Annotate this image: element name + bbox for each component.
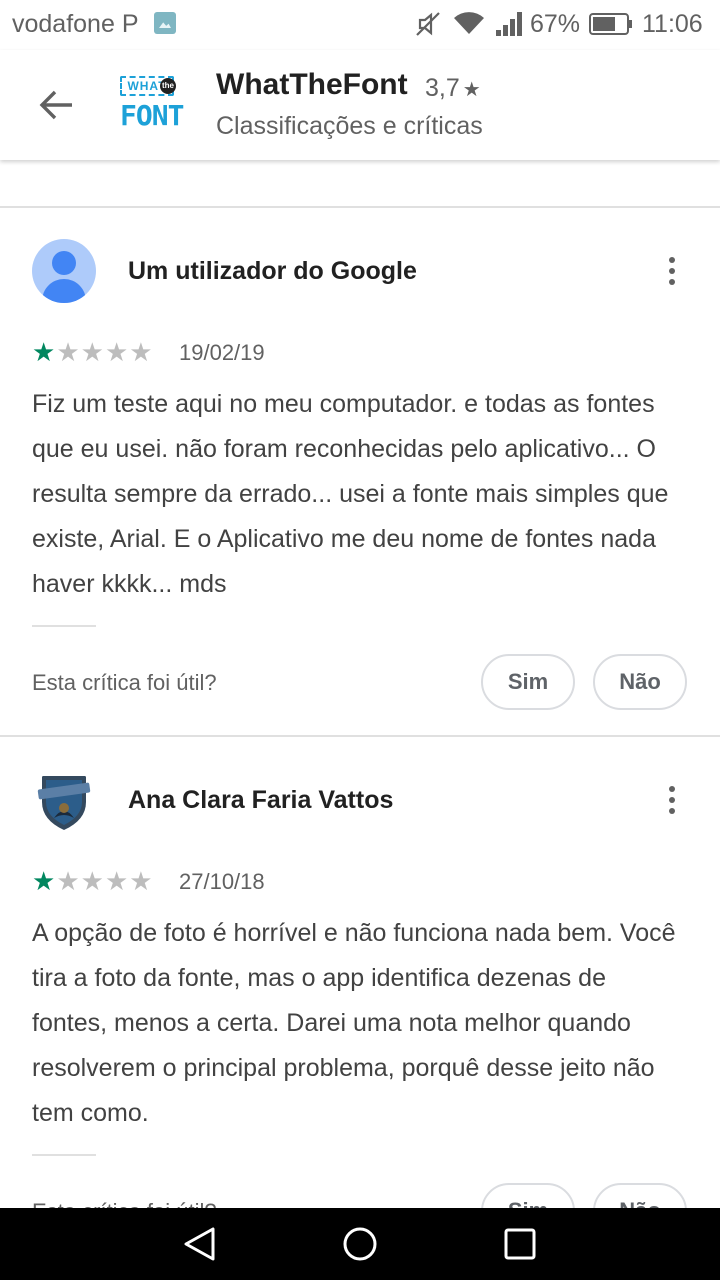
carrier-label: vodafone P bbox=[12, 10, 139, 38]
signal-icon bbox=[496, 12, 522, 36]
short-divider bbox=[32, 1154, 96, 1156]
short-divider bbox=[32, 625, 96, 627]
star-empty-icon: ★ bbox=[129, 337, 153, 367]
star-filled-icon: ★ bbox=[32, 337, 56, 367]
mute-icon bbox=[416, 12, 440, 36]
more-vert-icon bbox=[669, 257, 675, 263]
review-text: A opção de foto é horrível e não funcion… bbox=[32, 919, 676, 1127]
arrow-left-icon bbox=[39, 90, 72, 120]
wifi-icon bbox=[454, 12, 484, 34]
back-button[interactable] bbox=[30, 82, 82, 128]
star-icon: ★ bbox=[462, 79, 481, 101]
ravenclaw-crest-icon bbox=[37, 776, 91, 830]
review-card: Um utilizador do Google ★ ★ ★ ★ ★ 19/02/19 F… bbox=[0, 208, 720, 734]
star-empty-icon: ★ bbox=[80, 337, 104, 367]
app-rating-value: 3,7 bbox=[425, 74, 460, 102]
helpful-no-button[interactable]: Não bbox=[593, 654, 687, 710]
helpful-yes-button[interactable]: Sim bbox=[481, 654, 575, 710]
review-card: Ana Clara Faria Vattos ★ ★ ★ ★ ★ 27/10/18 A … bbox=[0, 737, 720, 1239]
review-stars: ★ ★ ★ ★ ★ bbox=[32, 868, 153, 894]
battery-percent: 67% bbox=[530, 10, 581, 38]
star-empty-icon: ★ bbox=[80, 866, 104, 896]
page-subtitle: Classificações e críticas bbox=[216, 112, 483, 140]
triangle-back-icon[interactable] bbox=[182, 1226, 218, 1262]
circle-home-icon[interactable] bbox=[342, 1226, 378, 1262]
app-title: WhatTheFont bbox=[216, 68, 408, 101]
reviewer-name: Ana Clara Faria Vattos bbox=[128, 786, 394, 814]
more-options-button[interactable] bbox=[652, 775, 692, 825]
review-date: 27/10/18 bbox=[179, 869, 265, 894]
review-date: 19/02/19 bbox=[179, 340, 265, 365]
clock: 11:06 bbox=[642, 10, 703, 38]
logo-the-text: the bbox=[160, 78, 176, 94]
avatar bbox=[32, 768, 96, 832]
star-empty-icon: ★ bbox=[56, 337, 80, 367]
gallery-notification-icon bbox=[154, 12, 176, 34]
avatar bbox=[32, 239, 96, 303]
status-bar: vodafone P 67% 11:06 bbox=[0, 0, 720, 50]
star-filled-icon: ★ bbox=[32, 866, 56, 896]
app-rating: 3,7 ★ bbox=[425, 74, 481, 103]
review-stars: ★ ★ ★ ★ ★ bbox=[32, 339, 153, 365]
more-options-button[interactable] bbox=[652, 246, 692, 296]
battery-icon bbox=[589, 13, 632, 35]
app-bar: WHAT the FONT WhatTheFont 3,7 ★ Classific… bbox=[0, 50, 720, 160]
reviewer-name: Um utilizador do Google bbox=[128, 257, 417, 285]
star-empty-icon: ★ bbox=[104, 866, 129, 896]
person-icon bbox=[52, 251, 76, 275]
logo-font-text: FONT bbox=[120, 99, 184, 132]
app-logo: WHAT the FONT bbox=[116, 76, 184, 134]
star-empty-icon: ★ bbox=[104, 337, 129, 367]
system-nav-bar bbox=[0, 1208, 720, 1280]
review-text: Fiz um teste aqui no meu computador. e t… bbox=[32, 390, 669, 598]
helpful-question: Esta crítica foi útil? bbox=[32, 670, 217, 695]
more-vert-icon bbox=[669, 786, 675, 792]
star-empty-icon: ★ bbox=[56, 866, 80, 896]
star-empty-icon: ★ bbox=[129, 866, 153, 896]
square-recents-icon[interactable] bbox=[502, 1226, 538, 1262]
